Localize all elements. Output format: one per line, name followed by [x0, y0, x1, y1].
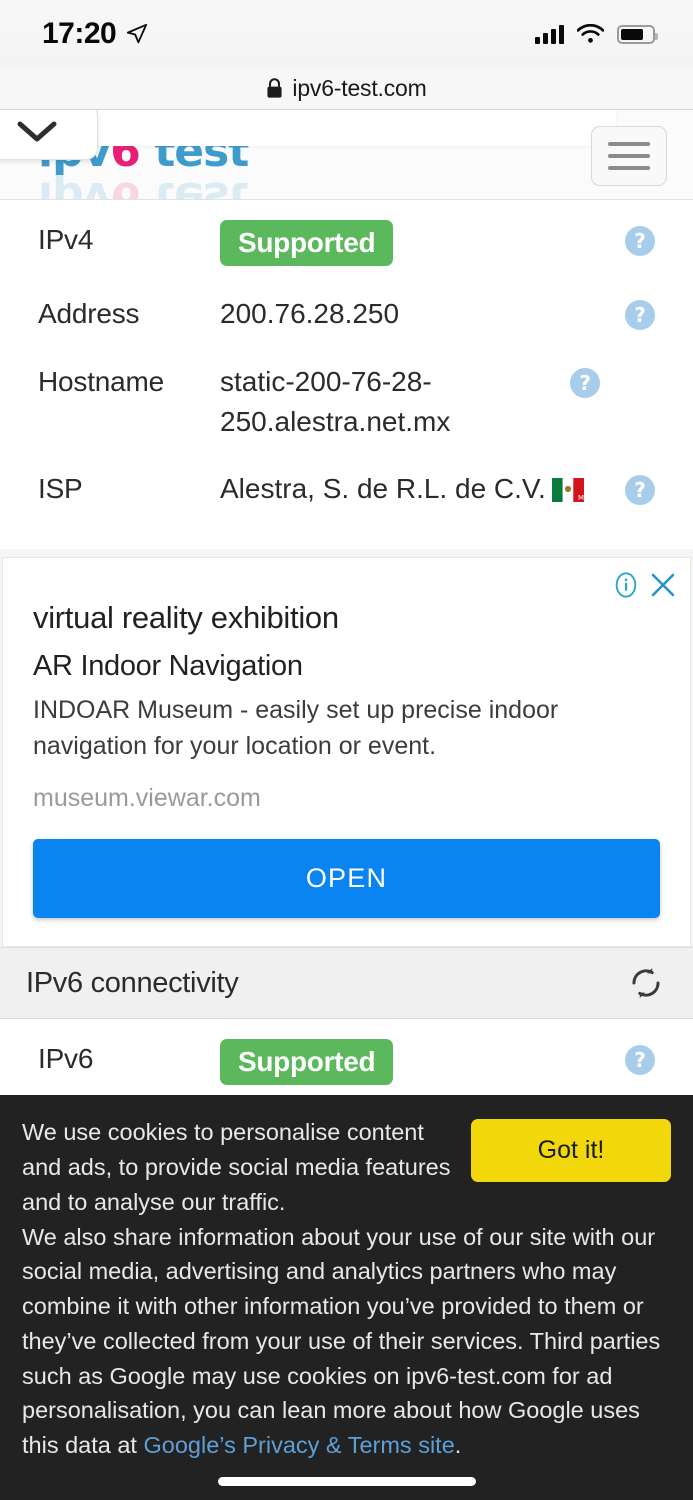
header-overlay-strip — [96, 110, 616, 146]
status-bar-right — [535, 24, 658, 44]
help-icon[interactable]: ? — [625, 475, 655, 506]
clock: 17:20 — [42, 17, 117, 50]
row-label: IPv6 — [38, 1043, 94, 1075]
ad-title: virtual reality exhibition — [33, 600, 339, 636]
ad-close-icon[interactable] — [648, 570, 678, 600]
cookie-banner: We use cookies to personalise content an… — [0, 1095, 693, 1500]
row-help[interactable]: ? — [560, 362, 600, 398]
hamburger-menu-icon[interactable] — [591, 126, 667, 186]
home-indicator[interactable] — [217, 1477, 476, 1486]
ad-subtitle: AR Indoor Navigation — [33, 650, 303, 683]
browser-url-bar[interactable]: ipv6-test.com — [0, 68, 693, 110]
table-row: IPv4 Supported ? — [0, 206, 693, 280]
row-label: Address — [38, 298, 140, 330]
hostname-value: static-200-76-28-250.alestra.net.mx — [220, 365, 451, 437]
row-value: Supported — [220, 220, 615, 267]
ad-display-url: museum.viewar.com — [33, 784, 261, 813]
ad-container: virtual reality exhibition AR Indoor Nav… — [0, 549, 693, 948]
chevron-popup[interactable] — [0, 110, 98, 160]
lock-icon — [267, 78, 282, 98]
row-label: Hostname — [38, 365, 165, 397]
mexico-flag-icon: MX — [551, 473, 589, 513]
status-bar: 17:20 — [0, 0, 693, 68]
ad-controls — [612, 570, 678, 600]
ipv6-section-header: IPv6 connectivity — [0, 947, 693, 1020]
ipv4-table: IPv4 Supported ? Address 200.76.28.250 ?… — [0, 200, 693, 550]
ad-open-button[interactable]: OPEN — [33, 839, 660, 919]
table-row: IPv6 Supported ? — [0, 1025, 693, 1099]
table-row: Hostname static-200-76-28-250.alestra.ne… — [0, 348, 693, 456]
cookie-accept-button[interactable]: Got it! — [471, 1119, 671, 1183]
table-row: Address 200.76.28.250 ? — [0, 280, 693, 348]
cookie-top-row: We use cookies to personalise content an… — [22, 1115, 671, 1219]
row-help[interactable]: ? — [615, 294, 655, 331]
ad-info-icon[interactable] — [612, 571, 640, 599]
url-text: ipv6-test.com — [292, 75, 427, 101]
cookie-text-body: We also share information about your use… — [22, 1223, 661, 1459]
row-label: IPv4 — [38, 224, 94, 255]
cookie-text-period: . — [454, 1432, 462, 1459]
status-badge: Supported — [220, 1039, 394, 1086]
row-help[interactable]: ? — [615, 1039, 655, 1076]
help-icon[interactable]: ? — [625, 300, 655, 331]
status-badge: Supported — [220, 220, 394, 267]
site-header: ipv6 test ipv6 test — [0, 110, 693, 200]
phone-screen: 17:20 ipv6-test.com ipv6 test ip — [0, 0, 693, 1500]
ad-body-text: INDOAR Museum - easily set up precise in… — [33, 696, 559, 760]
cookie-text-primary: We use cookies to personalise content an… — [22, 1119, 451, 1215]
refresh-icon[interactable] — [629, 966, 663, 1000]
ipv4-address-value[interactable]: 200.76.28.250 — [220, 294, 615, 334]
table-row: ISP Alestra, S. de R.L. de C.V. MX ? — [0, 455, 693, 527]
row-label: ISP — [38, 473, 83, 505]
svg-text:MX: MX — [578, 494, 584, 502]
help-icon[interactable]: ? — [570, 367, 600, 398]
section-title: IPv6 connectivity — [26, 966, 239, 999]
row-value: Supported — [220, 1039, 615, 1086]
isp-value: Alestra, S. de R.L. de C.V. — [220, 473, 546, 505]
cellular-signal-icon — [535, 24, 564, 44]
cookie-text-secondary: We also share information about your use… — [22, 1220, 671, 1471]
chevron-down-icon — [17, 121, 57, 142]
ad-card[interactable]: virtual reality exhibition AR Indoor Nav… — [2, 557, 691, 948]
help-icon[interactable]: ? — [625, 1045, 655, 1076]
row-help[interactable]: ? — [615, 469, 655, 506]
row-help[interactable]: ? — [615, 220, 655, 256]
isp-value-wrap: Alestra, S. de R.L. de C.V. MX — [220, 469, 615, 513]
battery-icon — [617, 24, 658, 44]
google-privacy-terms-link[interactable]: Google’s Privacy & Terms site — [144, 1432, 455, 1458]
wifi-icon — [577, 24, 604, 43]
status-bar-left: 17:20 — [42, 17, 148, 51]
help-icon[interactable]: ? — [625, 226, 655, 256]
location-arrow-icon — [127, 23, 148, 44]
